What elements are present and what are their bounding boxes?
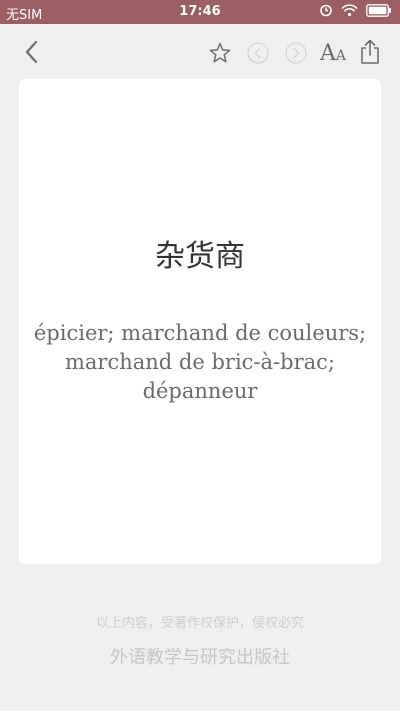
back-button[interactable]	[18, 38, 46, 66]
definition-text: épicier; marchand de couleurs; marchand …	[33, 321, 367, 403]
status-bar: 无SIM 17:46	[0, 0, 400, 24]
headword: 杂货商	[155, 239, 245, 274]
font-size-large-a: A	[319, 40, 336, 66]
circle-arrow-left-icon	[247, 42, 269, 64]
wifi-icon	[341, 3, 358, 16]
font-size-button[interactable]: AA	[318, 38, 348, 68]
share-icon	[361, 39, 379, 64]
circle-arrow-right-icon	[285, 42, 307, 64]
entry-card: 杂货商 épicier; marchand de couleurs; march…	[19, 79, 381, 564]
star-icon	[209, 42, 231, 63]
chevron-left-icon	[25, 40, 38, 64]
font-size-icon: AA	[320, 41, 346, 66]
font-size-small-a: A	[335, 47, 346, 64]
publisher-name: 外语教学与研究出版社	[110, 647, 290, 668]
favorite-button[interactable]	[206, 39, 234, 67]
alarm-icon	[320, 4, 332, 17]
share-button[interactable]	[356, 37, 384, 67]
battery-icon	[366, 3, 391, 17]
next-entry-button[interactable]	[282, 39, 310, 67]
copyright-notice: 以上内容，受著作权保护，侵权必究	[95, 616, 304, 631]
status-icons	[319, 3, 392, 17]
toolbar: AA	[0, 24, 400, 80]
previous-entry-button[interactable]	[244, 39, 272, 67]
